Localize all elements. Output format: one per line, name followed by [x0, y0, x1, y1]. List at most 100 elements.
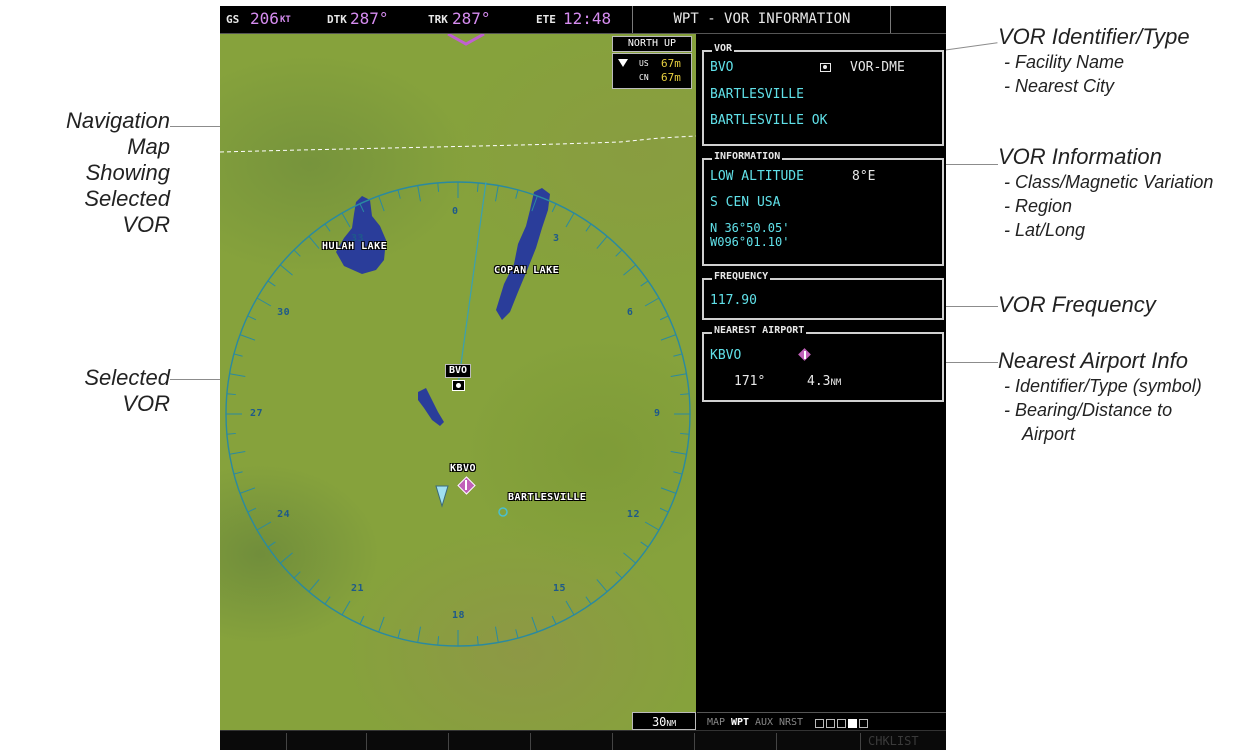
airport-map-symbol[interactable] — [457, 476, 476, 495]
vor-type-icon-dot — [823, 65, 827, 69]
softkey-divider-8 — [860, 733, 861, 750]
page-indicator-2 — [826, 719, 835, 728]
callout-vor-frequency-head: VOR Frequency — [998, 292, 1156, 317]
leader-nearest-airport — [942, 362, 998, 363]
callout-nearest-airport-sub2: - Bearing/Distance to — [1004, 400, 1173, 420]
map-range-box[interactable]: 30NM — [632, 712, 696, 730]
compass-tick — [515, 629, 519, 639]
compass-tick — [640, 280, 649, 287]
vor-map-symbol[interactable] — [452, 380, 465, 391]
compass-tick — [256, 297, 272, 307]
page-group-map: MAP — [707, 717, 726, 728]
compass-tick — [341, 212, 351, 228]
compass-heading-label: 21 — [351, 582, 365, 594]
lake-label-copan: COPAN LAKE — [494, 265, 560, 276]
compass-tick — [680, 432, 690, 435]
softkey-divider-6 — [694, 733, 695, 750]
city-map-label: BARTLESVILLE — [508, 492, 587, 503]
frequency-box: FREQUENCY 117.90 — [702, 271, 944, 320]
us-label: US — [639, 59, 649, 68]
compass-tick — [308, 235, 320, 249]
callout-vor-identifier-head: VOR Identifier/Type — [998, 24, 1190, 49]
callout-vor-information: VOR Information - Class/Magnetic Variati… — [998, 144, 1213, 242]
map-orientation-label: NORTH UP — [627, 38, 677, 49]
compass-tick — [229, 451, 246, 455]
callout-navigation-map-line2: Showing — [85, 160, 170, 185]
nearest-airport-runway — [804, 351, 806, 359]
softkey-divider-5 — [612, 733, 613, 750]
trk-label: TRK — [428, 13, 448, 26]
chklist-softkey[interactable]: CHKLIST — [868, 734, 919, 748]
compass-heading-label: 0 — [452, 206, 459, 217]
compass-tick — [229, 373, 246, 377]
vor-identifier-field[interactable]: BVO — [710, 60, 733, 75]
nearest-airport-distance-value: 4.3 — [807, 374, 831, 389]
navigation-map[interactable]: 33 0 3 30 6 27 9 24 12 21 15 18 HULAH LAKE COPAN LA… — [220, 34, 696, 730]
aircraft-symbol — [435, 485, 449, 508]
compass-tick — [673, 471, 683, 475]
compass-tick — [308, 579, 320, 593]
vor-frequency[interactable]: 117.90 — [710, 293, 757, 308]
compass-tick — [476, 636, 479, 646]
compass-tick — [495, 185, 499, 202]
nearest-airport-distance: 4.3NM — [807, 374, 841, 389]
compass-tick — [378, 616, 385, 633]
vor-type-icon — [820, 63, 831, 72]
compass-tick — [324, 596, 331, 605]
airspace-boundary — [220, 135, 696, 153]
vor-map-label[interactable]: BVO — [445, 364, 472, 378]
compass-tick — [293, 571, 301, 579]
compass-tick — [476, 182, 479, 192]
compass-tick — [233, 471, 243, 475]
leader-vor-information — [942, 164, 998, 165]
dtk-value: 287° — [350, 9, 389, 28]
map-range-value: 30 — [651, 715, 667, 729]
compass-tick — [640, 541, 649, 548]
compass-tick — [226, 393, 236, 396]
airport-map-label: KBVO — [450, 463, 477, 474]
compass-tick — [279, 264, 293, 276]
compass-tick — [239, 334, 256, 341]
nearest-airport-identifier[interactable]: KBVO — [710, 348, 741, 363]
callout-vor-identifier-sub2: - Nearest City — [1004, 76, 1115, 96]
callout-nearest-airport-sub1: - Identifier/Type (symbol) — [1004, 376, 1202, 396]
softkey-divider-3 — [448, 733, 449, 750]
route-arrow-top — [447, 34, 485, 46]
page-group-bar: MAP WPT AUX NRST — [697, 712, 946, 731]
callout-selected-vor-text: Selected VOR — [84, 365, 170, 416]
gs-label: GS — [226, 13, 240, 26]
mfd-screen: GS 206 KT DTK 287° TRK 287° ETE 12:48 WP… — [220, 6, 946, 750]
page-indicator-5 — [859, 719, 868, 728]
nearest-airport-distance-unit: NM — [830, 378, 842, 388]
callout-nearest-airport: Nearest Airport Info - Identifier/Type (… — [998, 348, 1202, 446]
compass-heading-label: 30 — [277, 307, 291, 318]
navigation-status-bar: GS 206 KT DTK 287° TRK 287° ETE 12:48 WP… — [220, 6, 946, 34]
softkey-divider-1 — [286, 733, 287, 750]
leader-vor-frequency — [942, 306, 998, 307]
ete-label: ETE — [536, 13, 556, 26]
nearest-airport-bearing: 171° — [734, 374, 766, 389]
compass-tick — [670, 451, 687, 455]
softkey-divider-4 — [530, 733, 531, 750]
information-box-title: INFORMATION — [712, 151, 783, 162]
compass-heading-label: 27 — [250, 408, 264, 419]
compass-tick — [596, 579, 608, 593]
cn-label: CN — [639, 73, 649, 82]
airport-runway-mark — [465, 480, 467, 490]
compass-tick — [341, 600, 351, 616]
compass-rose-ticks — [226, 182, 690, 646]
nearest-airport-type-icon — [798, 348, 812, 362]
page-group-aux: AUX — [755, 717, 774, 728]
compass-tick — [680, 393, 690, 396]
vor-type: VOR-DME — [850, 60, 905, 75]
compass-tick — [417, 185, 421, 202]
compass-tick — [359, 615, 365, 625]
compass-tick — [515, 189, 519, 199]
callout-navigation-map: Navigation Map Showing Selected VOR — [36, 108, 170, 238]
vor-region: S CEN USA — [710, 195, 781, 210]
map-orientation-box[interactable]: NORTH UP — [612, 36, 692, 52]
nearest-airport-box-title: NEAREST AIRPORT — [712, 325, 807, 336]
compass-tick — [531, 616, 538, 633]
compass-tick — [585, 596, 592, 605]
vor-latitude: N 36°50.05' — [710, 221, 790, 235]
